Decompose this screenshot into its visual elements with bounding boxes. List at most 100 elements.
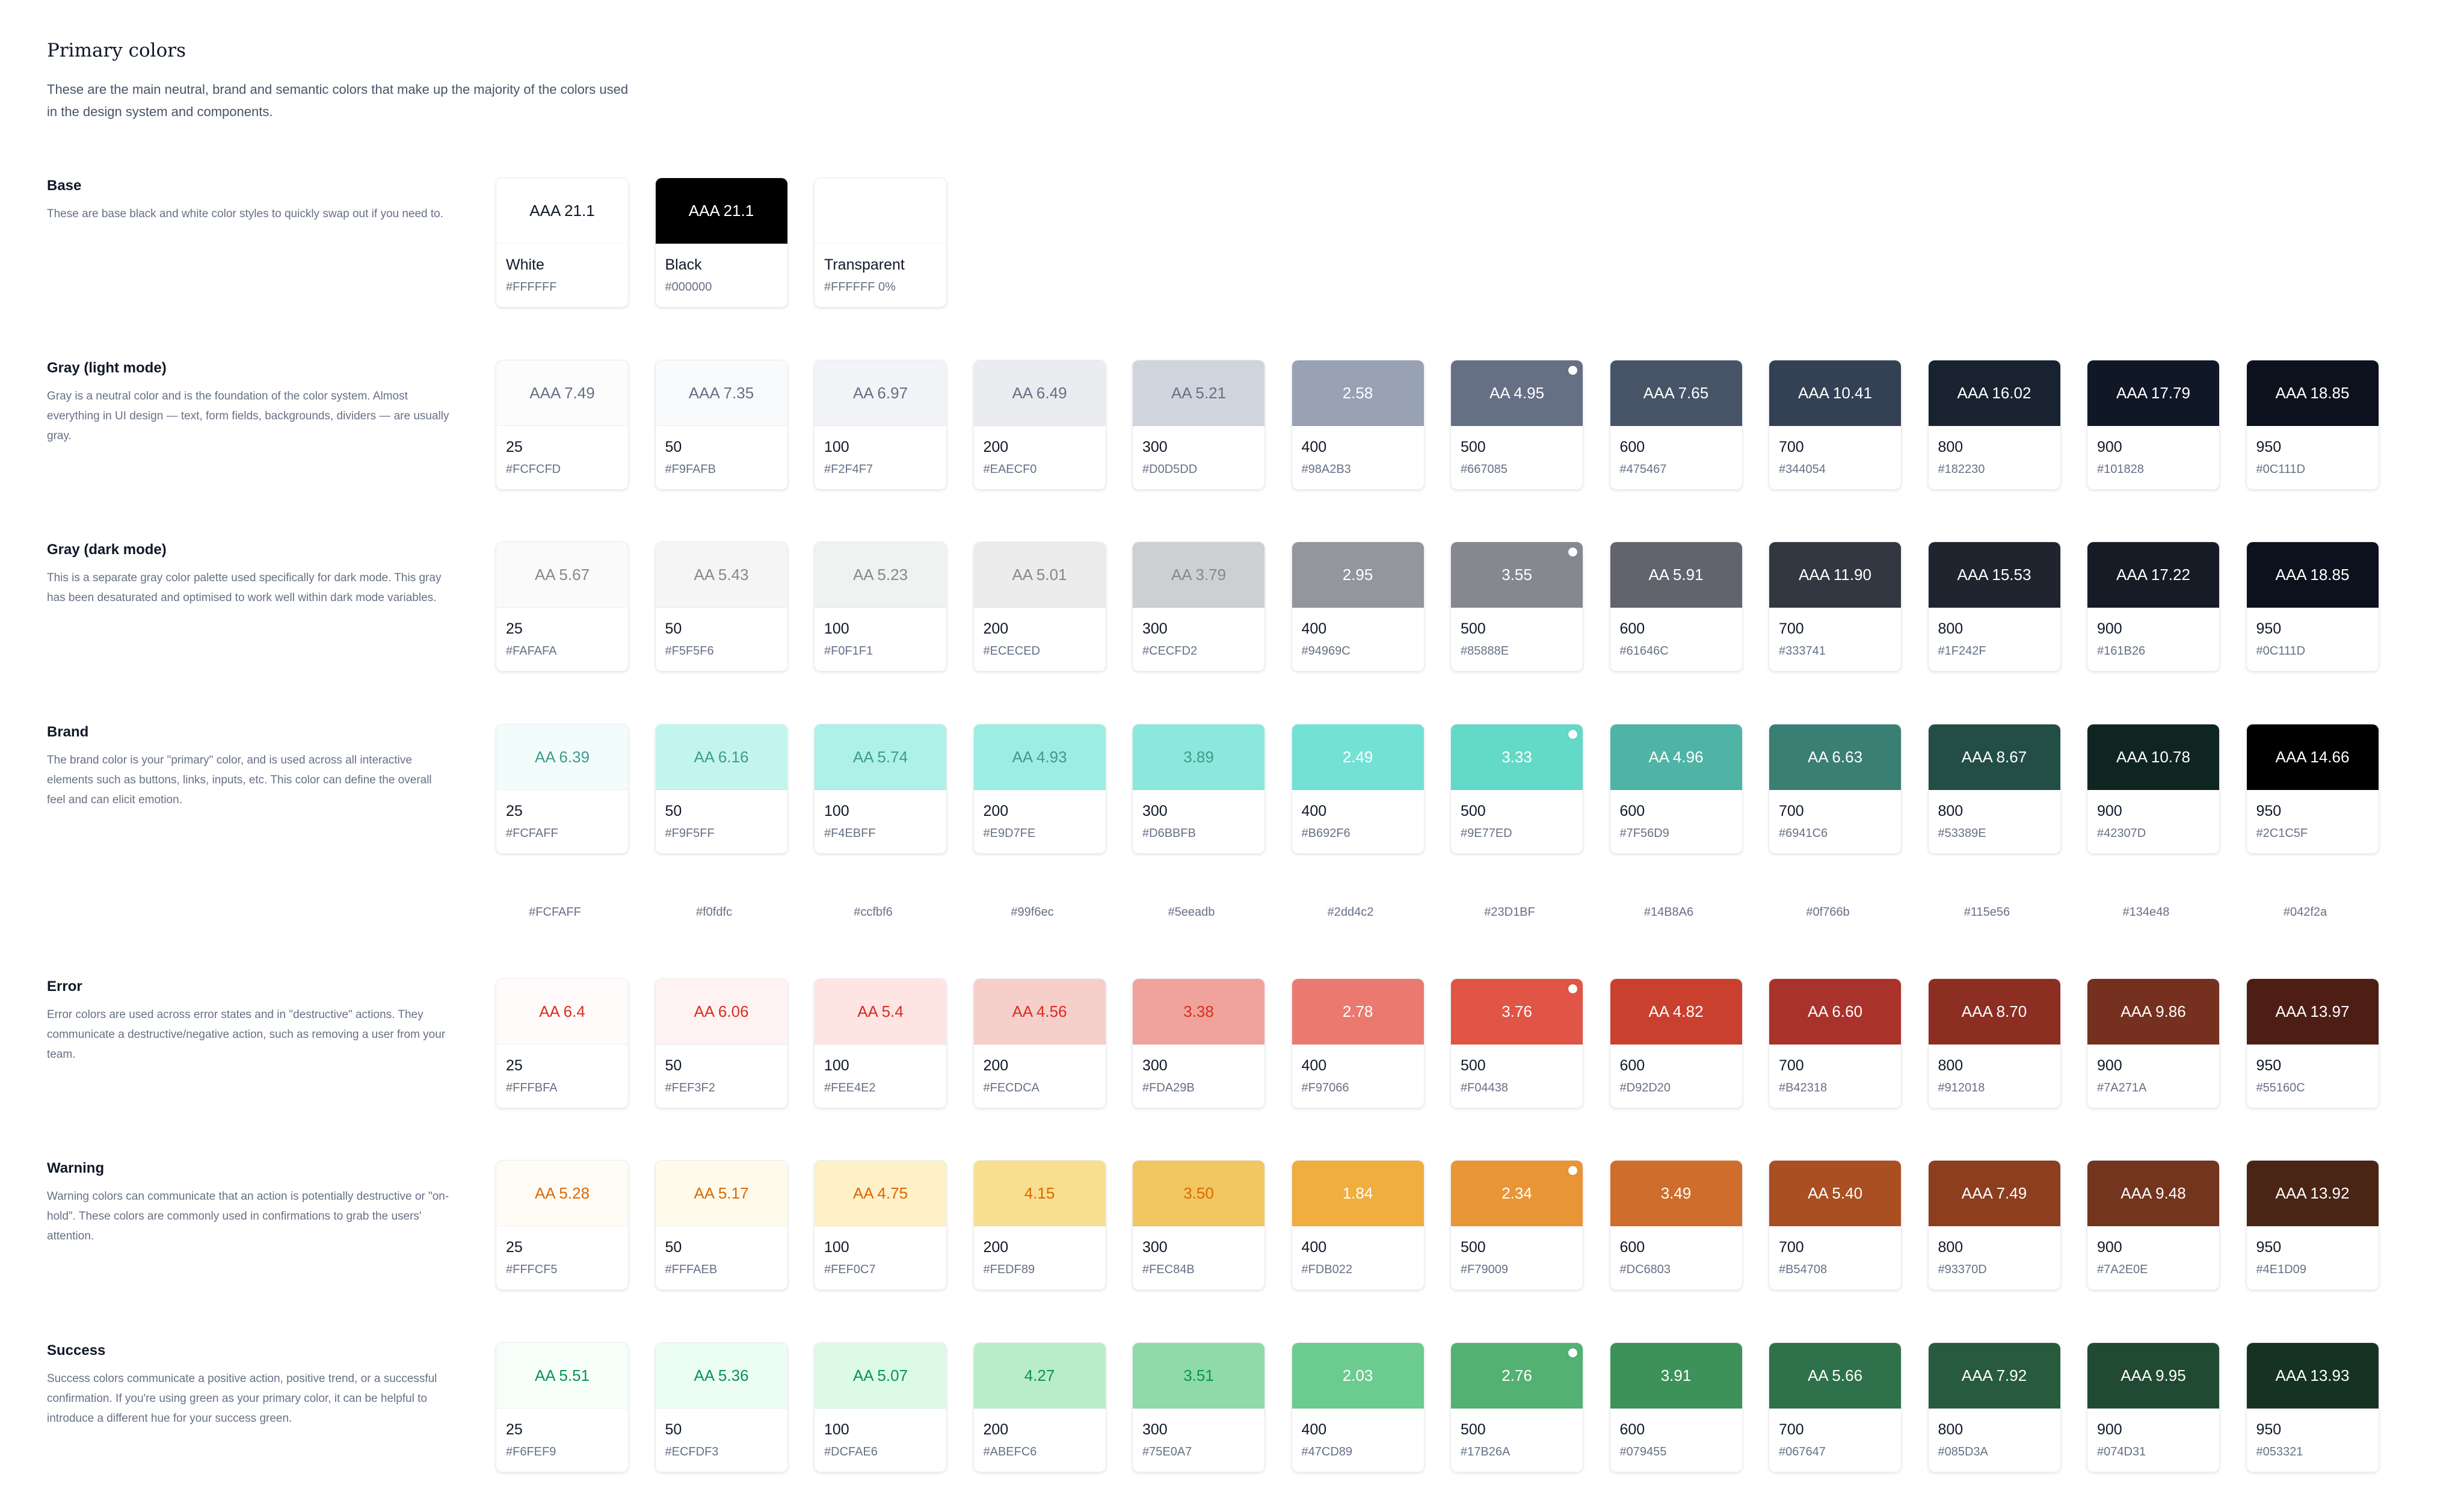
swatch-hex: #FFFFFF xyxy=(506,280,557,294)
color-swatch-card[interactable]: AAA 18.85 950 #0C111D xyxy=(2246,360,2379,490)
color-swatch-card[interactable]: AAA 10.41 700 #344054 xyxy=(1769,360,1902,490)
swatch-name: 600 xyxy=(1619,1239,1645,1256)
color-swatch-card[interactable]: AA 6.06 50 #FEF3F2 xyxy=(654,978,788,1108)
color-swatch-card[interactable]: AA 5.07 100 #DCFAE6 xyxy=(814,1342,947,1472)
color-swatch-card[interactable]: AA 5.51 25 #F6FEF9 xyxy=(496,1342,629,1472)
color-swatch-card[interactable]: AAA 10.78 900 #42307D xyxy=(2087,724,2220,854)
color-swatch-card[interactable]: AA 4.56 200 #FECDCA xyxy=(973,978,1106,1108)
contrast-rating: AAA 7.49 xyxy=(1961,1183,2027,1202)
color-swatch-card[interactable]: AA 5.40 700 #B54708 xyxy=(1769,1160,1902,1290)
color-swatch-card[interactable]: 3.38 300 #FDA29B xyxy=(1132,978,1265,1108)
color-swatch-card[interactable]: 4.15 200 #FEDF89 xyxy=(973,1160,1106,1290)
color-swatch-card[interactable]: AA 5.4 100 #FEE4E2 xyxy=(814,978,947,1108)
color-swatch-card[interactable]: AA 5.23 100 #F0F1F1 xyxy=(814,542,947,671)
color-swatch-card[interactable]: 2.78 400 #F97066 xyxy=(1291,978,1424,1108)
color-swatch-card[interactable]: AA 5.17 50 #FFFAEB xyxy=(654,1160,788,1290)
color-swatch-card[interactable]: AAA 7.49 25 #FCFCFD xyxy=(496,360,629,490)
group-label-success: Success Success colors communicate a posi… xyxy=(47,1342,450,1428)
color-swatch-card[interactable]: AAA 7.49 800 #93370D xyxy=(1927,1160,2061,1290)
color-swatch-card[interactable]: 2.34 500 #F79009 xyxy=(1450,1160,1583,1290)
color-swatch-card[interactable]: 3.49 600 #DC6803 xyxy=(1609,1160,1743,1290)
color-swatch-card[interactable]: AAA 16.02 800 #182230 xyxy=(1927,360,2061,490)
swatch-name: 700 xyxy=(1779,620,1804,637)
color-swatch-card[interactable]: AAA 9.95 900 #074D31 xyxy=(2087,1342,2220,1472)
swatch-color-block: 3.55 xyxy=(1451,542,1583,608)
color-swatch-card[interactable]: AA 5.74 100 #F4EBFF xyxy=(814,724,947,854)
color-swatch-card[interactable]: AAA 14.66 950 #2C1C5F xyxy=(2246,724,2379,854)
color-swatch-card[interactable]: AAA 9.48 900 #7A2E0E xyxy=(2087,1160,2220,1290)
swatch-color-block: AA 6.63 xyxy=(1769,724,1901,790)
color-swatch-card[interactable]: 3.51 300 #75E0A7 xyxy=(1132,1342,1265,1472)
color-swatch-card[interactable]: AAA 21.1 Black #000000 xyxy=(654,177,788,307)
color-swatch-card[interactable]: 3.89 300 #D6BBFB xyxy=(1132,724,1265,854)
color-swatch-card[interactable]: AA 6.63 700 #6941C6 xyxy=(1769,724,1902,854)
swatch-hex: #6941C6 xyxy=(1779,827,1828,840)
group-title: Base xyxy=(47,177,82,194)
color-swatch-card[interactable]: AAA 17.22 900 #161B26 xyxy=(2087,542,2220,671)
swatch-color-block: 3.76 xyxy=(1451,979,1583,1045)
color-swatch-card[interactable]: 2.49 400 #B692F6 xyxy=(1291,724,1424,854)
color-swatch-card[interactable]: AA 3.79 300 #CECFD2 xyxy=(1132,542,1265,671)
color-swatch-card[interactable]: AA 5.67 25 #FAFAFA xyxy=(496,542,629,671)
color-swatch-card[interactable]: AA 6.97 100 #F2F4F7 xyxy=(814,360,947,490)
color-swatch-card[interactable]: AAA 9.86 900 #7A271A xyxy=(2087,978,2220,1108)
contrast-rating: AA 5.28 xyxy=(534,1183,590,1202)
color-swatch-card[interactable]: AA 4.93 200 #E9D7FE xyxy=(973,724,1106,854)
color-swatch-card[interactable]: AAA 11.90 700 #333741 xyxy=(1769,542,1902,671)
color-swatch-card[interactable]: 4.27 200 #ABEFC6 xyxy=(973,1342,1106,1472)
color-swatch-card[interactable]: AAA 17.79 900 #101828 xyxy=(2087,360,2220,490)
color-swatch-card[interactable]: AA 5.91 600 #61646C xyxy=(1609,542,1743,671)
swatch-name: 700 xyxy=(1779,803,1804,819)
swatch-hex: #93370D xyxy=(1938,1263,1987,1276)
color-swatch-card[interactable]: AA 5.43 50 #F5F5F6 xyxy=(654,542,788,671)
color-swatch-card[interactable]: AA 5.66 700 #067647 xyxy=(1769,1342,1902,1472)
color-swatch-card[interactable]: AAA 18.85 950 #0C111D xyxy=(2246,542,2379,671)
color-swatch-card[interactable]: AA 6.60 700 #B42318 xyxy=(1769,978,1902,1108)
color-swatch-card[interactable]: AA 5.28 25 #FFFCF5 xyxy=(496,1160,629,1290)
color-swatch-card[interactable]: 1.84 400 #FDB022 xyxy=(1291,1160,1424,1290)
color-swatch-card[interactable]: AA 5.01 200 #ECECED xyxy=(973,542,1106,671)
color-swatch-card[interactable]: AAA 21.1 White #FFFFFF xyxy=(496,177,629,307)
color-swatch-card[interactable]: 3.76 500 #F04438 xyxy=(1450,978,1583,1108)
group-description: This is a separate gray color palette us… xyxy=(47,572,442,604)
color-swatch-card[interactable]: AA 4.96 600 #7F56D9 xyxy=(1609,724,1743,854)
color-swatch-card[interactable]: 3.55 500 #85888E xyxy=(1450,542,1583,671)
color-swatch-card[interactable]: AA 6.4 25 #FFFBFA xyxy=(496,978,629,1108)
swatch-hex: #75E0A7 xyxy=(1142,1445,1192,1458)
color-swatch-card[interactable]: Transparent #FFFFFF 0% xyxy=(814,177,947,307)
color-swatch-card[interactable]: AA 6.49 200 #EAECF0 xyxy=(973,360,1106,490)
color-swatch-card[interactable]: AAA 8.67 800 #53389E xyxy=(1927,724,2061,854)
color-swatch-card[interactable]: AAA 15.53 800 #1F242F xyxy=(1927,542,2061,671)
swatch-name: 700 xyxy=(1779,1239,1804,1256)
contrast-rating: AA 5.66 xyxy=(1807,1366,1863,1384)
color-swatch-card[interactable]: AAA 8.70 800 #912018 xyxy=(1927,978,2061,1108)
swatch-hex: #DCFAE6 xyxy=(824,1445,878,1458)
color-swatch-card[interactable]: AAA 13.92 950 #4E1D09 xyxy=(2246,1160,2379,1290)
color-swatch-card[interactable]: 2.03 400 #47CD89 xyxy=(1291,1342,1424,1472)
color-swatch-card[interactable]: AA 6.39 25 #FCFAFF xyxy=(496,724,629,854)
color-swatch-card[interactable]: AA 5.36 50 #ECFDF3 xyxy=(654,1342,788,1472)
color-swatch-card[interactable]: 3.91 600 #079455 xyxy=(1609,1342,1743,1472)
color-swatch-card[interactable]: AAA 13.93 950 #053321 xyxy=(2246,1342,2379,1472)
color-swatch-card[interactable]: 3.50 300 #FEC84B xyxy=(1132,1160,1265,1290)
color-swatch-card[interactable]: AAA 13.97 950 #55160C xyxy=(2246,978,2379,1108)
color-swatch-card[interactable]: AA 4.95 500 #667085 xyxy=(1450,360,1583,490)
color-swatch-card[interactable]: 3.33 500 #9E77ED xyxy=(1450,724,1583,854)
color-swatch-card[interactable]: AAA 7.92 800 #085D3A xyxy=(1927,1342,2061,1472)
color-swatch-card[interactable]: AAA 7.65 600 #475467 xyxy=(1609,360,1743,490)
color-swatch-card[interactable]: AA 5.21 300 #D0D5DD xyxy=(1132,360,1265,490)
color-swatch-card[interactable]: 2.58 400 #98A2B3 xyxy=(1291,360,1424,490)
contrast-rating: 2.76 xyxy=(1502,1366,1532,1384)
contrast-rating: AA 6.49 xyxy=(1012,383,1067,402)
color-swatch-card[interactable]: AA 4.75 100 #FEF0C7 xyxy=(814,1160,947,1290)
color-swatch-card[interactable]: AAA 7.35 50 #F9FAFB xyxy=(654,360,788,490)
contrast-rating: AAA 8.70 xyxy=(1961,1002,2027,1020)
swatch-hex: #FEE4E2 xyxy=(824,1081,876,1094)
color-swatch-card[interactable]: 2.76 500 #17B26A xyxy=(1450,1342,1583,1472)
contrast-rating: AA 4.56 xyxy=(1012,1002,1067,1020)
color-swatch-card[interactable]: AA 6.16 50 #F9F5FF xyxy=(654,724,788,854)
color-swatch-card[interactable]: AA 4.82 600 #D92D20 xyxy=(1609,978,1743,1108)
swatch-color-block: AAA 8.67 xyxy=(1928,724,2060,790)
swatch-color-block: 2.34 xyxy=(1451,1161,1583,1226)
color-swatch-card[interactable]: 2.95 400 #94969C xyxy=(1291,542,1424,671)
